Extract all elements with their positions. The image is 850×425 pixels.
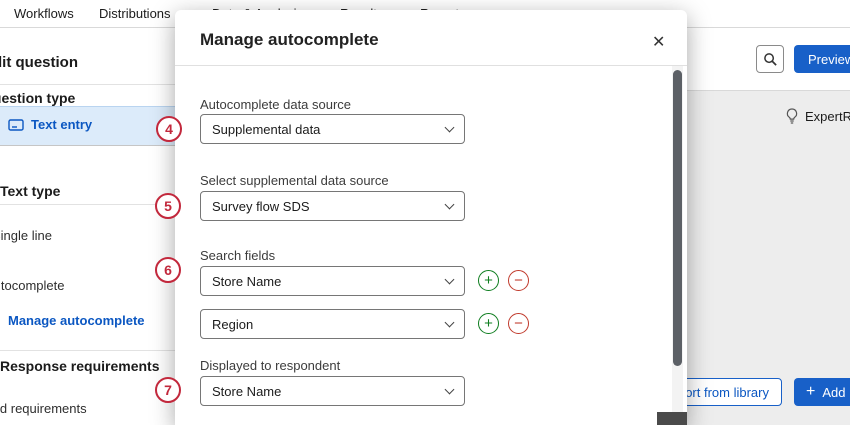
text-entry-label: Text entry [31,117,92,132]
chevron-down-icon [445,123,455,133]
annotation-step-6: 6 [155,257,181,283]
search-icon [763,52,778,67]
scrollbar-corner [657,412,687,425]
search-field-dropdown-1[interactable]: Store Name [200,266,465,296]
sidebar-item-single-line[interactable]: Single line [0,228,52,243]
modal-scrollbar-track[interactable] [672,66,683,425]
divider [175,65,687,66]
add-button-label: Add [822,385,845,400]
preview-button[interactable]: Preview [794,45,850,73]
chevron-down-icon [445,200,455,210]
search-field-1-value: Store Name [212,274,281,289]
data-source-label: Autocomplete data source [200,97,351,112]
displayed-label: Displayed to respondent [200,358,340,373]
question-type-heading: Question type [0,90,75,106]
chevron-down-icon [445,385,455,395]
search-field-dropdown-2[interactable]: Region [200,309,465,339]
search-field-2-value: Region [212,317,253,332]
expert-review-label: ExpertReview [805,109,850,124]
sds-value: Survey flow SDS [212,199,310,214]
tab-distributions[interactable]: Distributions [99,6,171,21]
annotation-step-7: 7 [155,377,181,403]
lightbulb-icon [785,108,799,124]
divider [0,350,175,351]
add-search-field-button-1[interactable]: + [478,270,499,291]
chevron-down-icon [445,318,455,328]
data-source-value: Supplemental data [212,122,320,137]
text-entry-icon [8,118,24,132]
response-requirements-heading: Response requirements [0,358,160,374]
sds-label: Select supplemental data source [200,173,389,188]
close-icon[interactable]: ✕ [648,30,669,54]
sidebar-item-add-requirements[interactable]: Add requirements [0,401,87,416]
sidebar-item-autocomplete[interactable]: Autocomplete [0,278,65,293]
annotation-step-5: 5 [155,193,181,219]
page-title: Edit question [0,54,78,71]
displayed-value: Store Name [212,384,281,399]
divider [0,84,175,85]
question-editor-sidebar: Edit question Question type Text entry T… [0,28,175,425]
sds-dropdown[interactable]: Survey flow SDS [200,191,465,221]
search-button[interactable] [756,45,784,73]
dialog-title: Manage autocomplete [200,30,379,50]
expert-review-toggle[interactable]: ExpertReview [785,108,850,124]
divider [0,204,175,205]
manage-autocomplete-dialog: Manage autocomplete ✕ Autocomplete data … [175,10,687,425]
displayed-dropdown[interactable]: Store Name [200,376,465,406]
add-button[interactable]: + Add [794,378,850,406]
modal-scrollbar-thumb[interactable] [673,70,682,366]
tab-workflows[interactable]: Workflows [14,6,74,21]
preview-button-label: Preview [808,52,850,67]
remove-search-field-button-2[interactable]: − [508,313,529,334]
annotation-step-4: 4 [156,116,182,142]
sidebar-item-text-entry[interactable]: Text entry [8,117,92,132]
chevron-down-icon [445,275,455,285]
manage-autocomplete-link[interactable]: Manage autocomplete [8,313,145,328]
remove-search-field-button-1[interactable]: − [508,270,529,291]
text-type-heading: Text type [0,183,60,199]
search-fields-label: Search fields [200,248,275,263]
plus-icon: + [806,383,815,401]
data-source-dropdown[interactable]: Supplemental data [200,114,465,144]
add-search-field-button-2[interactable]: + [478,313,499,334]
